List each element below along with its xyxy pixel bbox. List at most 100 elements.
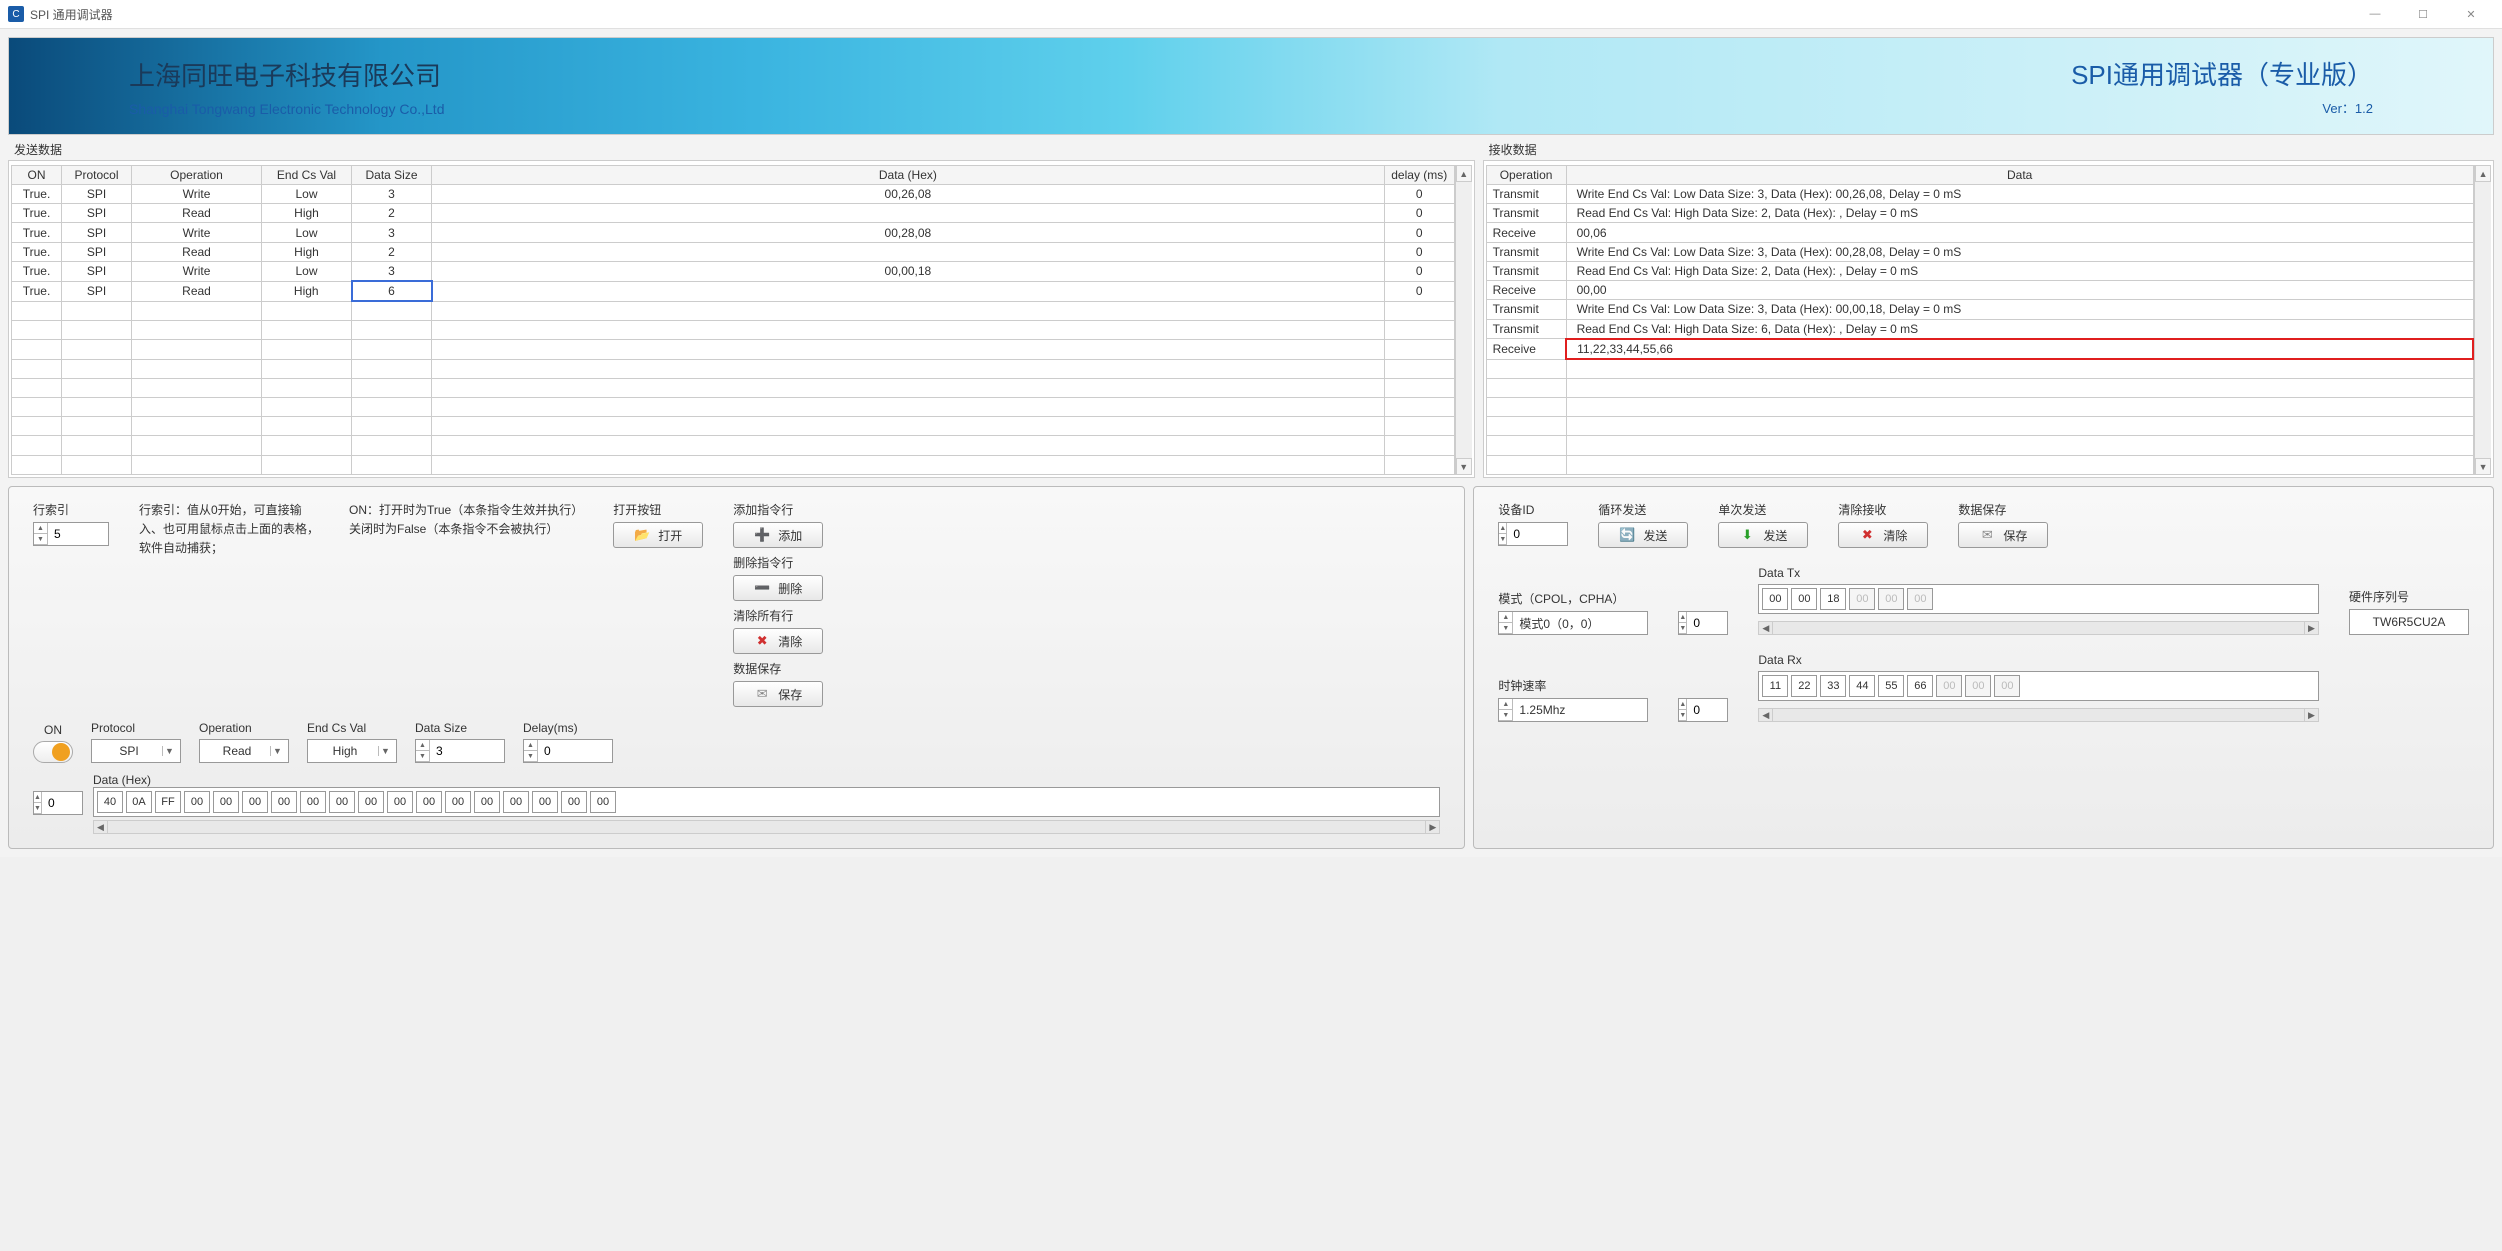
table-cell[interactable] <box>352 455 432 474</box>
minimize-button[interactable]: — <box>2352 4 2398 24</box>
table-cell[interactable] <box>1486 378 1566 397</box>
table-cell[interactable] <box>1384 301 1454 320</box>
hex-byte[interactable]: 55 <box>1878 675 1904 697</box>
datatx-offset-input[interactable] <box>1687 616 1747 630</box>
col-delay[interactable]: delay (ms) <box>1384 166 1454 185</box>
table-cell[interactable] <box>132 301 262 320</box>
hex-byte[interactable]: 00 <box>358 791 384 813</box>
table-cell[interactable]: SPI <box>62 261 132 281</box>
delay-input[interactable] <box>538 744 598 758</box>
devid-input[interactable] <box>1507 527 1567 541</box>
table-row[interactable] <box>12 436 1455 455</box>
table-cell[interactable]: Write End Cs Val: Low Data Size: 3, Data… <box>1566 300 2473 319</box>
table-cell[interactable] <box>352 417 432 436</box>
table-cell[interactable] <box>12 436 62 455</box>
hex-byte[interactable]: 00 <box>590 791 616 813</box>
table-row[interactable] <box>1486 455 2473 474</box>
table-cell[interactable]: 6 <box>352 281 432 301</box>
datarx-offset-spin[interactable]: ▲▼ <box>1678 698 1728 722</box>
size-input[interactable] <box>430 744 490 758</box>
table-cell[interactable]: Low <box>262 223 352 242</box>
table-cell[interactable] <box>262 436 352 455</box>
table-cell[interactable]: True. <box>12 261 62 281</box>
scroll-right-icon[interactable]: ▶ <box>1425 821 1439 833</box>
scroll-left-icon[interactable]: ◀ <box>1759 622 1773 634</box>
table-cell[interactable]: True. <box>12 242 62 261</box>
table-cell[interactable] <box>1384 321 1454 340</box>
table-row[interactable] <box>12 340 1455 359</box>
table-row[interactable] <box>1486 397 2473 416</box>
table-cell[interactable] <box>1384 397 1454 416</box>
hex-byte[interactable]: 66 <box>1907 675 1933 697</box>
table-cell[interactable] <box>432 417 1385 436</box>
table-row[interactable]: TransmitRead End Cs Val: High Data Size:… <box>1486 261 2473 280</box>
hex-byte[interactable]: 00 <box>271 791 297 813</box>
table-row[interactable]: True.SPIReadHigh60 <box>12 281 1455 301</box>
table-cell[interactable] <box>1486 359 1566 378</box>
spin-down-icon[interactable]: ▼ <box>416 751 429 762</box>
table-cell[interactable]: 2 <box>352 204 432 223</box>
spin-up-icon[interactable]: ▲ <box>1679 612 1686 623</box>
table-cell[interactable]: 3 <box>352 261 432 281</box>
table-cell[interactable]: 00,00,18 <box>432 261 1385 281</box>
row-index-input[interactable] <box>48 527 108 541</box>
table-row[interactable] <box>12 455 1455 474</box>
table-cell[interactable] <box>12 378 62 397</box>
spin-down-icon[interactable]: ▼ <box>1499 534 1506 545</box>
table-cell[interactable] <box>1566 417 2473 436</box>
open-button[interactable]: 📂打开 <box>613 522 703 548</box>
loop-send-button[interactable]: 🔄发送 <box>1598 522 1688 548</box>
table-cell[interactable] <box>432 281 1385 301</box>
spin-up-icon[interactable]: ▲ <box>1499 612 1512 623</box>
table-row[interactable]: TransmitRead End Cs Val: High Data Size:… <box>1486 204 2473 223</box>
spin-up-icon[interactable]: ▲ <box>34 523 47 534</box>
table-cell[interactable]: Write <box>132 261 262 281</box>
table-cell[interactable] <box>352 397 432 416</box>
hex-byte[interactable]: 00 <box>213 791 239 813</box>
table-cell[interactable] <box>432 301 1385 320</box>
table-cell[interactable] <box>1384 340 1454 359</box>
hex-byte[interactable]: 11 <box>1762 675 1788 697</box>
table-cell[interactable]: Write <box>132 223 262 242</box>
table-cell[interactable]: Low <box>262 261 352 281</box>
table-cell[interactable]: Transmit <box>1486 300 1566 319</box>
hex-byte[interactable]: 00 <box>242 791 268 813</box>
clear-all-button[interactable]: ✖清除 <box>733 628 823 654</box>
hex-byte[interactable]: 00 <box>561 791 587 813</box>
table-cell[interactable] <box>432 378 1385 397</box>
table-cell[interactable] <box>352 340 432 359</box>
table-row[interactable]: TransmitWrite End Cs Val: Low Data Size:… <box>1486 300 2473 319</box>
table-cell[interactable] <box>132 340 262 359</box>
table-row[interactable] <box>12 301 1455 320</box>
table-cell[interactable]: True. <box>12 223 62 242</box>
scroll-left-icon[interactable]: ◀ <box>1759 709 1773 721</box>
hex-byte[interactable]: 00 <box>387 791 413 813</box>
table-cell[interactable] <box>132 321 262 340</box>
table-cell[interactable]: Transmit <box>1486 185 1566 204</box>
hex-byte[interactable]: 00 <box>474 791 500 813</box>
table-row[interactable]: True.SPIWriteLow300,26,080 <box>12 185 1455 204</box>
table-cell[interactable]: 3 <box>352 223 432 242</box>
table-row[interactable] <box>12 321 1455 340</box>
hex-byte[interactable]: 44 <box>1849 675 1875 697</box>
hex-byte[interactable]: 40 <box>97 791 123 813</box>
table-cell[interactable] <box>262 301 352 320</box>
table-cell[interactable] <box>132 359 262 378</box>
col-rx-operation[interactable]: Operation <box>1486 166 1566 185</box>
datatx-offset-spin[interactable]: ▲▼ <box>1678 611 1728 635</box>
table-row[interactable]: Receive11,22,33,44,55,66 <box>1486 339 2473 359</box>
table-cell[interactable] <box>352 378 432 397</box>
table-cell[interactable] <box>62 455 132 474</box>
table-row[interactable]: TransmitWrite End Cs Val: Low Data Size:… <box>1486 242 2473 261</box>
table-row[interactable]: Receive00,00 <box>1486 281 2473 300</box>
table-cell[interactable] <box>62 397 132 416</box>
table-cell[interactable]: 11,22,33,44,55,66 <box>1566 339 2473 359</box>
table-cell[interactable]: 0 <box>1384 242 1454 261</box>
table-cell[interactable]: Write <box>132 185 262 204</box>
save-rx-button[interactable]: ✉保存 <box>1958 522 2048 548</box>
table-cell[interactable] <box>62 321 132 340</box>
table-cell[interactable]: 00,28,08 <box>432 223 1385 242</box>
table-cell[interactable] <box>62 436 132 455</box>
table-cell[interactable]: Receive <box>1486 223 1566 242</box>
table-row[interactable]: TransmitWrite End Cs Val: Low Data Size:… <box>1486 185 2473 204</box>
